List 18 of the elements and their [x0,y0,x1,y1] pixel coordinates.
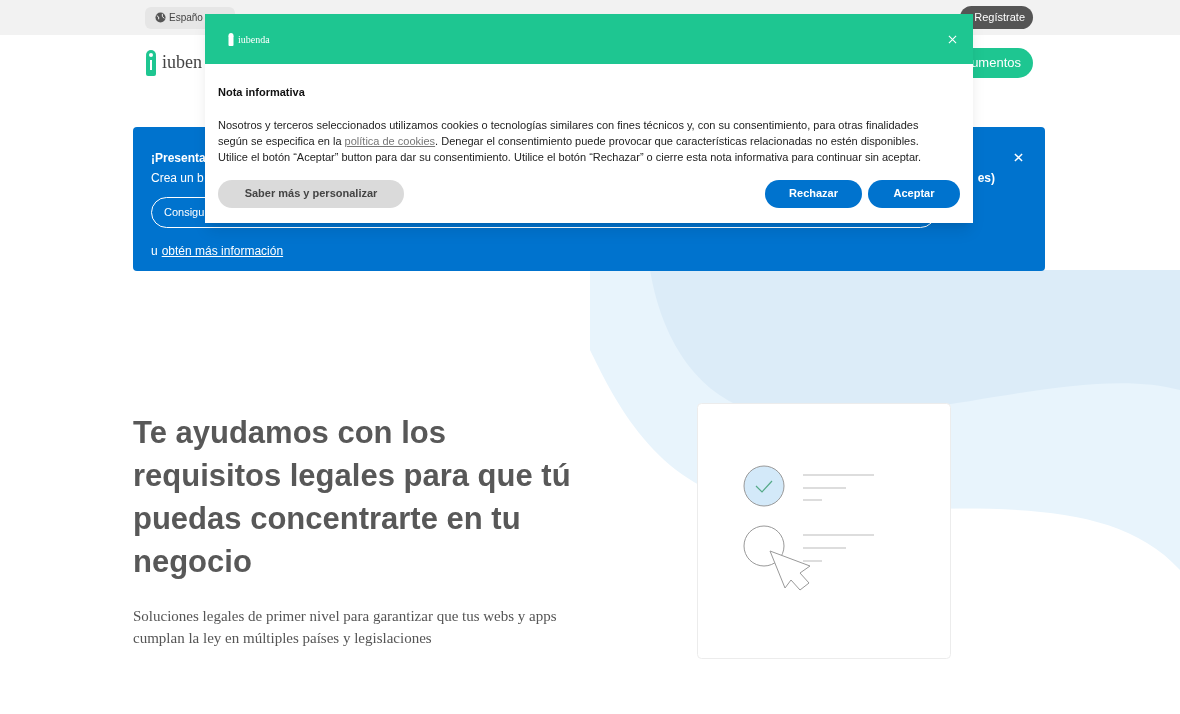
banner-title: ¡Presenta [151,150,206,167]
globe-icon [155,12,166,23]
dialog-logo-text: iubenda [238,32,270,47]
dialog-action-button[interactable]: Aceptar [868,179,960,208]
dialog-logo-icon [228,32,234,46]
hero-subtitle: Soluciones legales de primer nivel para garantizar que tus webs y apps cumplan la ley en múltiples países y legislaciones [133,607,558,648]
close-icon[interactable] [1014,153,1023,162]
info-link[interactable]: obtén más información [161,242,284,260]
dialog-title: Nota informativa [218,85,306,100]
banner-text-end: es) [977,170,995,187]
dialog-action-button[interactable]: Rechazar [765,179,862,208]
dialog-text: Nosotros y terceros seleccionados utilizamos cookies o tecnologías similares con fines técnicos y, con su consentimiento, para otras finalidades según se especifica en la política de cookies. Denegar el consentimiento puede provocar que características relacionadas no estén disponibles. Utilice el botón “Aceptar” button para dar su consentimiento. Utilice el botón “Rechazar” o cierre esta nota informativa para continuar sin aceptar. [218,117,923,165]
customize-button[interactable]: Saber más y personalizar [218,179,404,208]
logo-text: iuben [162,51,202,74]
logo-icon [145,49,157,76]
banner-prefix: u [151,243,158,260]
banner-text: Crea un b [151,170,204,187]
hero-heading: Te ayudamos con los requisitos legales para que tú puedas concentrarte en tu negocio [133,414,572,581]
